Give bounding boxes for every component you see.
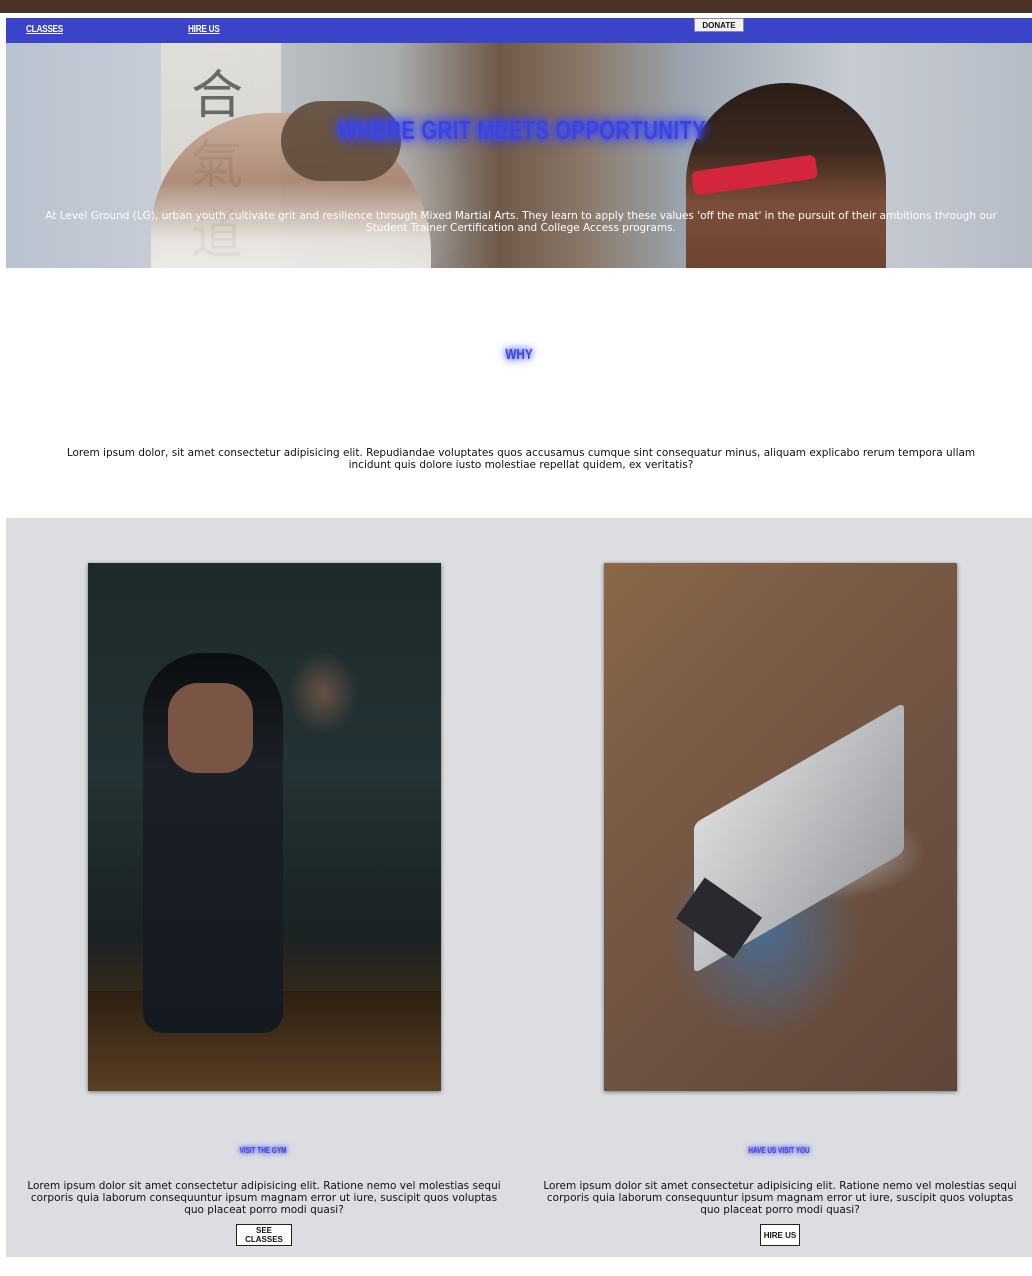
- hero-title: WHERE GRIT MEETS OPPORTUNITY: [337, 115, 707, 145]
- laptop-image: [604, 563, 957, 1091]
- hero-description: At Level Ground (LG), urban youth cultiv…: [45, 210, 997, 234]
- donate-button[interactable]: DONATE: [694, 18, 744, 32]
- card-text-visit-gym: Lorem ipsum dolor sit amet consectetur a…: [27, 1180, 501, 1216]
- see-classes-button[interactable]: SEE CLASSES: [236, 1224, 292, 1246]
- hire-us-button[interactable]: HIRE US: [760, 1224, 800, 1246]
- cards-section: VISIT THE GYM Lorem ipsum dolor sit amet…: [6, 518, 1032, 1257]
- why-heading: WHY: [505, 346, 533, 363]
- nav-link-hire-us[interactable]: HIRE US: [188, 24, 220, 35]
- gym-image-athlete-back: [168, 683, 253, 773]
- top-strip: [0, 0, 1032, 13]
- nav-link-classes[interactable]: CLASSES: [26, 24, 63, 35]
- card-title-visit-gym: VISIT THE GYM: [239, 1146, 287, 1155]
- hero-banner: 合 氣 道 WHERE GRIT MEETS OPPORTUNITY At Le…: [6, 43, 1032, 268]
- gym-image: [88, 563, 441, 1091]
- navbar: CLASSES HIRE US DONATE: [6, 18, 1032, 43]
- card-title-visit-you: HAVE US VISIT YOU: [748, 1146, 810, 1155]
- why-description: Lorem ipsum dolor, sit amet consectetur …: [66, 447, 976, 471]
- card-text-visit-you: Lorem ipsum dolor sit amet consectetur a…: [543, 1180, 1017, 1216]
